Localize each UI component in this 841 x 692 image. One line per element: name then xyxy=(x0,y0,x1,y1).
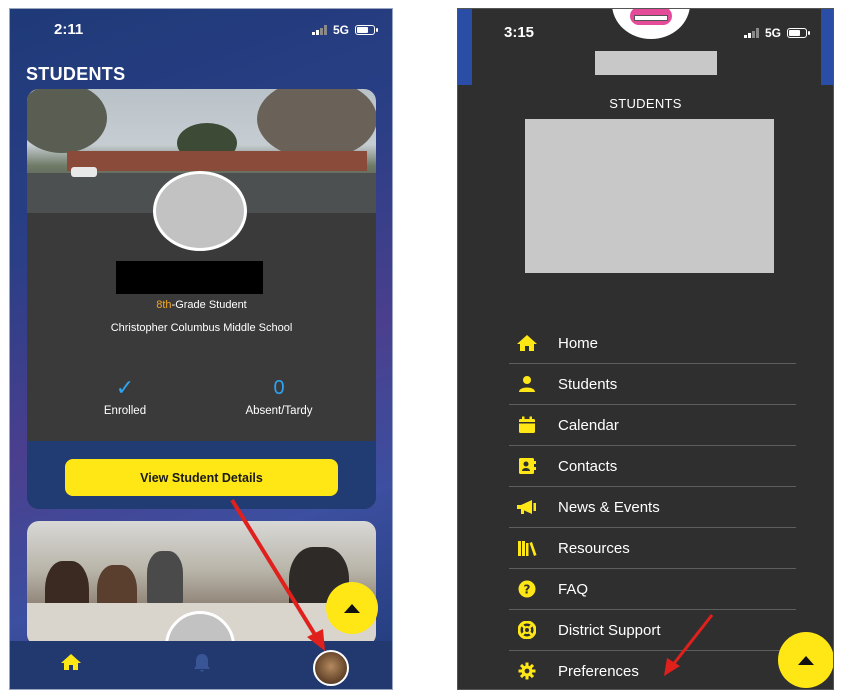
menu-item-students[interactable]: Students xyxy=(509,364,796,405)
menu-label: Calendar xyxy=(558,416,619,434)
question-icon: ? xyxy=(511,580,543,598)
student-card: 8th-Grade Student Christopher Columbus M… xyxy=(27,89,376,509)
menu-label: News & Events xyxy=(558,498,660,516)
home-icon[interactable] xyxy=(60,652,82,677)
profile-avatar[interactable] xyxy=(313,650,349,686)
scroll-top-button[interactable] xyxy=(778,632,833,688)
menu-item-resources[interactable]: Resources xyxy=(509,528,796,569)
right-phone-screen: 3:15 5G STUDENTS Home Students Calendar … xyxy=(457,8,834,690)
page-title: STUDENTS xyxy=(26,64,126,84)
caret-up-icon xyxy=(344,604,360,613)
menu-item-contacts[interactable]: Contacts xyxy=(509,446,796,487)
left-phone-screen: 2:11 5G STUDENTS 8th-Grade Student Chris… xyxy=(9,8,393,690)
menu-label: Home xyxy=(558,334,599,352)
battery-icon xyxy=(787,28,811,38)
lifebuoy-icon xyxy=(511,621,543,639)
menu-label: Resources xyxy=(558,539,630,557)
home-icon xyxy=(511,334,543,352)
person-icon xyxy=(511,375,543,393)
menu-item-district-support[interactable]: District Support xyxy=(509,610,796,651)
drawer-menu: Home Students Calendar Contacts News & E… xyxy=(509,323,796,689)
megaphone-icon xyxy=(511,499,543,515)
absent-label: Absent/Tardy xyxy=(245,405,313,417)
menu-label: FAQ xyxy=(558,580,589,598)
grade-label: 8th-Grade Student xyxy=(27,299,376,311)
menu-label: Students xyxy=(558,375,618,393)
status-indicators: 5G xyxy=(744,26,811,40)
enrolled-label: Enrolled xyxy=(103,405,147,417)
signal-icon xyxy=(744,28,759,38)
menu-label: Contacts xyxy=(558,457,618,475)
menu-label: District Support xyxy=(558,621,661,639)
second-student-card[interactable] xyxy=(27,521,376,646)
redacted-user-name xyxy=(595,51,717,75)
calendar-icon xyxy=(511,416,543,434)
menu-item-home[interactable]: Home xyxy=(509,323,796,364)
redacted-student-photo xyxy=(525,119,774,273)
books-icon xyxy=(511,539,543,557)
bell-icon[interactable] xyxy=(192,652,212,679)
caret-up-icon xyxy=(798,656,814,665)
enrolled-stat: ✓ Enrolled xyxy=(65,375,185,417)
gear-icon xyxy=(511,662,543,680)
menu-item-faq[interactable]: ? FAQ xyxy=(509,569,796,610)
status-time: 3:15 xyxy=(504,24,535,41)
battery-icon xyxy=(355,25,379,35)
redacted-student-name xyxy=(116,261,263,294)
menu-label: Preferences xyxy=(558,662,639,680)
network-label: 5G xyxy=(333,23,350,37)
checkmark-icon: ✓ xyxy=(115,375,135,400)
scroll-top-button[interactable] xyxy=(326,582,378,634)
contact-card-icon xyxy=(511,457,543,475)
status-time: 2:11 xyxy=(54,21,84,38)
status-indicators: 5G xyxy=(312,23,379,37)
svg-text:?: ? xyxy=(524,583,531,597)
network-label: 5G xyxy=(765,26,782,40)
menu-item-calendar[interactable]: Calendar xyxy=(509,405,796,446)
menu-item-news-events[interactable]: News & Events xyxy=(509,487,796,528)
grade-text: -Grade Student xyxy=(171,299,247,311)
view-student-details-button[interactable]: View Student Details xyxy=(65,459,338,496)
drawer-title: STUDENTS xyxy=(609,96,682,111)
absent-stat: 0 Absent/Tardy xyxy=(219,375,339,417)
grade-number: 8th xyxy=(156,299,172,311)
signal-icon xyxy=(312,25,327,35)
student-avatar xyxy=(153,171,247,251)
absent-count: 0 xyxy=(273,377,285,399)
menu-item-preferences[interactable]: Preferences xyxy=(509,651,796,689)
school-name: Christopher Columbus Middle School xyxy=(110,322,293,334)
